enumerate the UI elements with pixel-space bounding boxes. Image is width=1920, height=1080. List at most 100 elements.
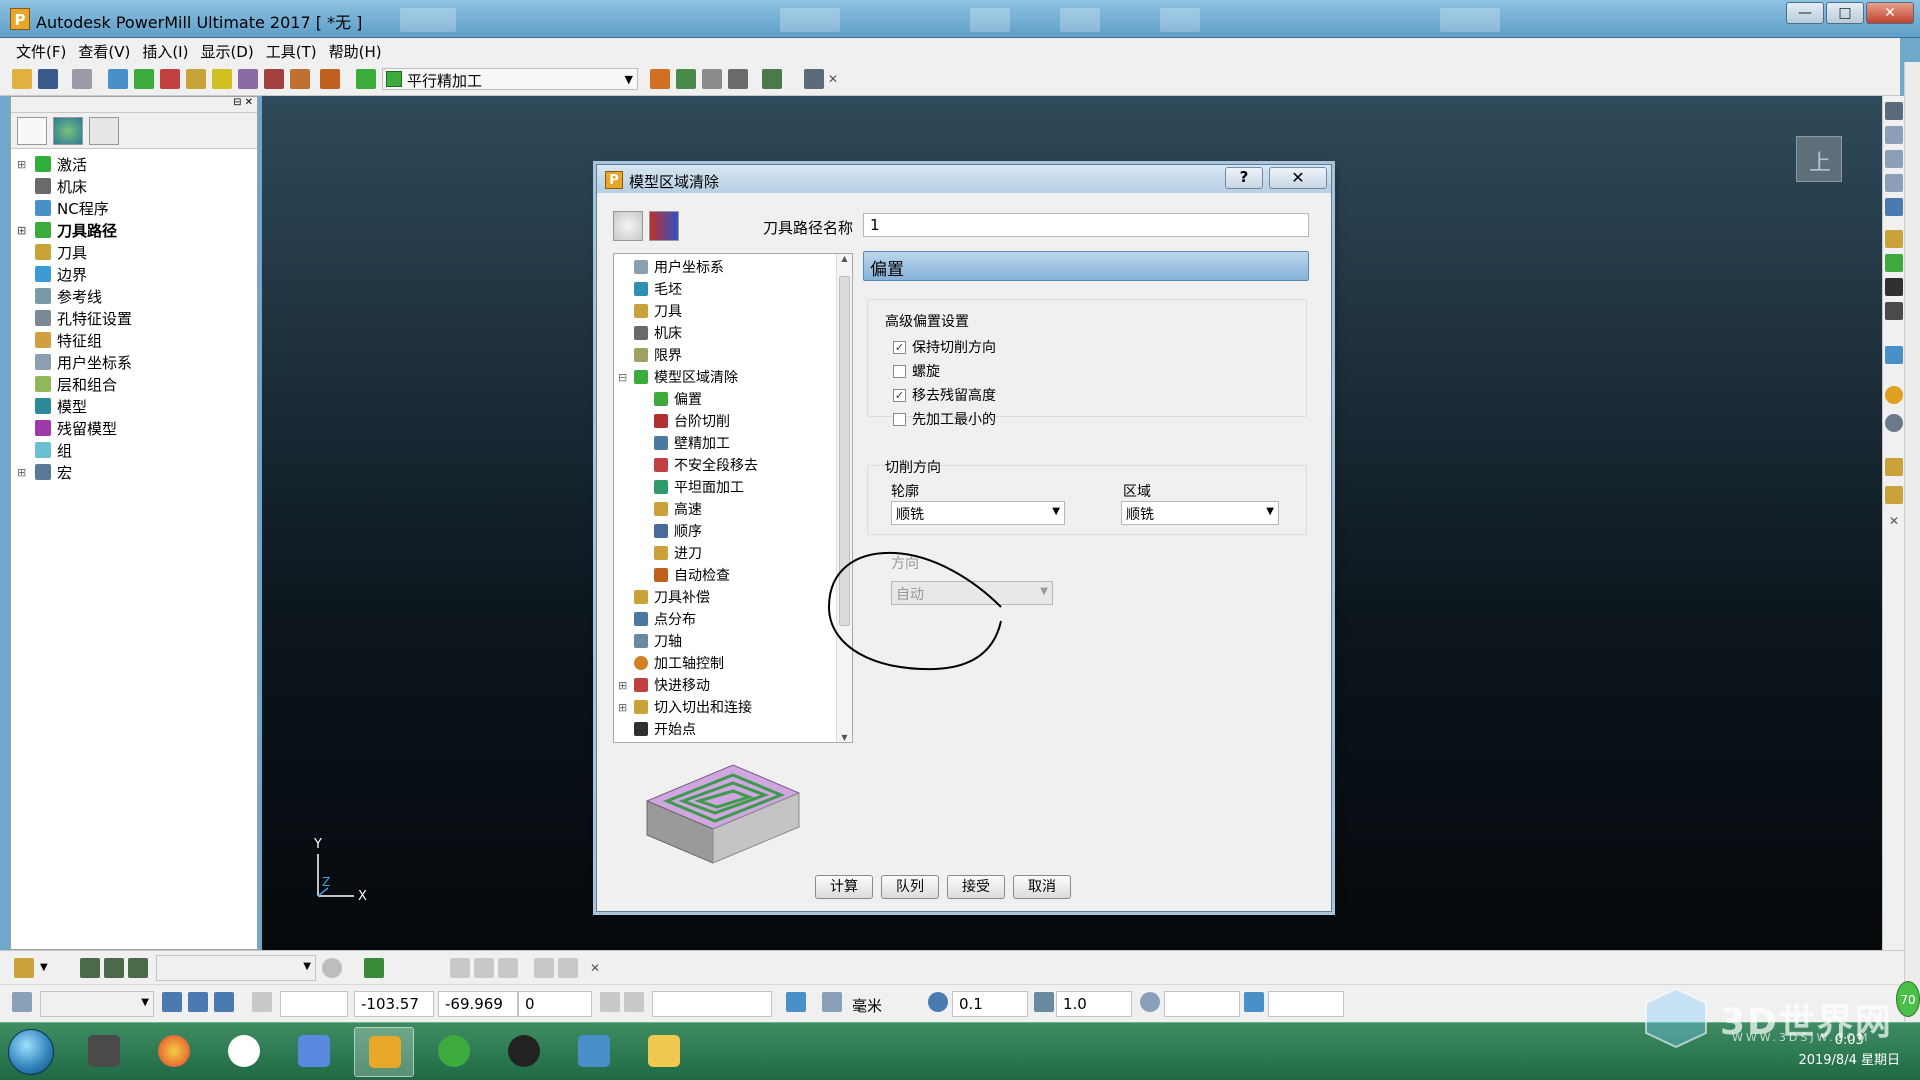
pick-icon[interactable] — [624, 992, 644, 1012]
dialog-tree-item[interactable]: ⊟ 模型区域清除 — [614, 366, 852, 388]
taskbar-photos[interactable] — [564, 1027, 624, 1077]
tool-holder-icon[interactable] — [364, 958, 384, 978]
tree-item-workplanes[interactable]: 用户坐标系 — [11, 351, 257, 373]
workplane-create-icon[interactable] — [162, 992, 182, 1012]
dialog-tree-item[interactable]: ⊞ 切入切出和连接 — [614, 696, 852, 718]
menu-help[interactable]: 帮助(H) — [323, 38, 388, 62]
spiral-checkbox[interactable]: 螺旋 — [893, 361, 940, 381]
refresh-icon[interactable] — [1885, 254, 1903, 272]
zoom-icon[interactable] — [1885, 230, 1903, 248]
keep-cut-direction-checkbox[interactable]: ✓ 保持切削方向 — [893, 337, 996, 357]
tool-create-icon[interactable] — [80, 958, 100, 978]
dialog-tree-item[interactable]: 顺序 — [614, 520, 852, 542]
tree-item-models[interactable]: 模型 — [11, 395, 257, 417]
dialog-tree-item[interactable]: 毛坯 — [614, 278, 852, 300]
tree-item-feature-groups[interactable]: 特征组 — [11, 329, 257, 351]
explorer-tab-globe[interactable] — [53, 117, 83, 145]
view-top-icon[interactable] — [1885, 102, 1903, 120]
feeds-speeds-icon[interactable] — [160, 69, 180, 89]
start-button[interactable] — [8, 1029, 54, 1075]
units-icon[interactable] — [822, 992, 842, 1012]
cancel-button[interactable]: 取消 — [1013, 875, 1071, 899]
strategy-wheel-icon[interactable] — [613, 211, 643, 241]
view-back-icon[interactable] — [1885, 174, 1903, 192]
save-icon[interactable] — [38, 69, 58, 89]
wireframe-icon[interactable] — [1885, 414, 1903, 432]
taskbar-browser[interactable] — [144, 1027, 204, 1077]
taskbar-feishu[interactable] — [284, 1027, 344, 1077]
start-point-icon[interactable] — [238, 69, 258, 89]
strategy-select[interactable]: 平行精加工 ▼ — [382, 68, 638, 90]
tree-item-levels[interactable]: 层和组合 — [11, 373, 257, 395]
right-scrollbar[interactable] — [1904, 62, 1920, 1022]
dialog-tree-item[interactable]: 自动检查 — [614, 564, 852, 586]
leads-links-icon[interactable] — [212, 69, 232, 89]
verify-icon[interactable] — [762, 69, 782, 89]
diameter-icon[interactable] — [1140, 992, 1160, 1012]
shaded-icon[interactable] — [1885, 346, 1903, 364]
block-icon[interactable] — [108, 69, 128, 89]
taskbar-powermill[interactable] — [354, 1027, 414, 1077]
print-icon[interactable] — [72, 69, 92, 89]
tool-select-icon[interactable] — [14, 958, 34, 978]
expand-icon[interactable]: ⊞ — [618, 701, 634, 714]
snap-icon[interactable] — [600, 992, 620, 1012]
dialog-tree-item[interactable]: 进刀 — [614, 542, 852, 564]
workplane-edit-icon[interactable] — [188, 992, 208, 1012]
checkbox-box[interactable]: ✓ — [893, 388, 906, 402]
queue-button[interactable]: 队列 — [881, 875, 939, 899]
view-icon[interactable] — [804, 69, 824, 89]
simulation-icon[interactable] — [728, 69, 748, 89]
close-toolbar-icon[interactable]: ✕ — [1885, 514, 1903, 532]
menu-tools[interactable]: 工具(T) — [260, 38, 323, 62]
dialog-tree-item[interactable]: 偏置 — [614, 388, 852, 410]
dialog-tree-item[interactable]: 高速 — [614, 498, 852, 520]
expand-icon[interactable]: ⊞ — [17, 158, 29, 171]
view-iso-icon[interactable] — [1885, 198, 1903, 216]
calculate-button[interactable]: 计算 — [815, 875, 873, 899]
view-cube[interactable]: 上 — [1796, 136, 1842, 182]
tree-item-toolpaths[interactable]: ⊞ 刀具路径 — [11, 219, 257, 241]
open-folder-icon[interactable] — [12, 69, 32, 89]
coord-y-field[interactable]: -69.969 — [438, 991, 518, 1017]
smallest-first-checkbox[interactable]: 先加工最小的 — [893, 409, 996, 429]
tree-item-boundaries[interactable]: 边界 — [11, 263, 257, 285]
tool-select[interactable]: ▼ — [156, 955, 316, 981]
checkbox-box[interactable] — [893, 412, 906, 426]
tool-icon[interactable] — [134, 69, 154, 89]
tolerance-field[interactable]: 0.1 — [952, 991, 1028, 1017]
tool-shade-icon[interactable] — [322, 958, 342, 978]
scroll-down-icon[interactable]: ▼ — [837, 733, 852, 742]
accept-button[interactable]: 接受 — [947, 875, 1005, 899]
tool-copy-icon[interactable] — [104, 958, 124, 978]
scroll-up-icon[interactable]: ▲ — [837, 254, 852, 263]
dialog-tree-item[interactable]: 台阶切削 — [614, 410, 852, 432]
explorer-tab-tree[interactable] — [17, 117, 47, 145]
rapid-move-icon[interactable] — [186, 69, 206, 89]
close-toolbar-icon[interactable]: ✕ — [590, 962, 602, 974]
boundary-icon[interactable] — [650, 69, 670, 89]
chevron-down-icon[interactable]: ▼ — [40, 962, 54, 982]
dialog-tree-item[interactable]: 刀轴 — [614, 630, 852, 652]
coord-x-field[interactable]: -103.57 — [354, 991, 434, 1017]
toolpath-name-input[interactable]: 1 — [863, 213, 1309, 237]
menu-file[interactable]: 文件(F) — [10, 38, 72, 62]
zoom-box-icon[interactable] — [1885, 278, 1903, 296]
tree-item-macros[interactable]: ⊞ 宏 — [11, 461, 257, 483]
coord-z-field[interactable]: 0 — [518, 991, 592, 1017]
thickness-icon[interactable] — [1034, 992, 1054, 1012]
tree-item-activate[interactable]: ⊞ 激活 — [11, 153, 257, 175]
calculate-icon[interactable] — [320, 69, 340, 89]
strategy-picker-icon[interactable] — [649, 211, 679, 241]
menu-display[interactable]: 显示(D) — [194, 38, 259, 62]
tree-item-machine[interactable]: 机床 — [11, 175, 257, 197]
select-icon[interactable] — [1885, 458, 1903, 476]
dialog-tree-item[interactable]: 用户坐标系 — [614, 256, 852, 278]
grid-field[interactable] — [280, 991, 348, 1017]
dialog-tree-item[interactable]: 刀具补偿 — [614, 586, 852, 608]
tolerance-icon[interactable] — [928, 992, 948, 1012]
zoom-fit-icon[interactable] — [1885, 302, 1903, 320]
dialog-tree-item[interactable]: 平坦面加工 — [614, 476, 852, 498]
dialog-tree-item[interactable]: ⊞ 快进移动 — [614, 674, 852, 696]
toolpath-icon[interactable] — [356, 69, 376, 89]
